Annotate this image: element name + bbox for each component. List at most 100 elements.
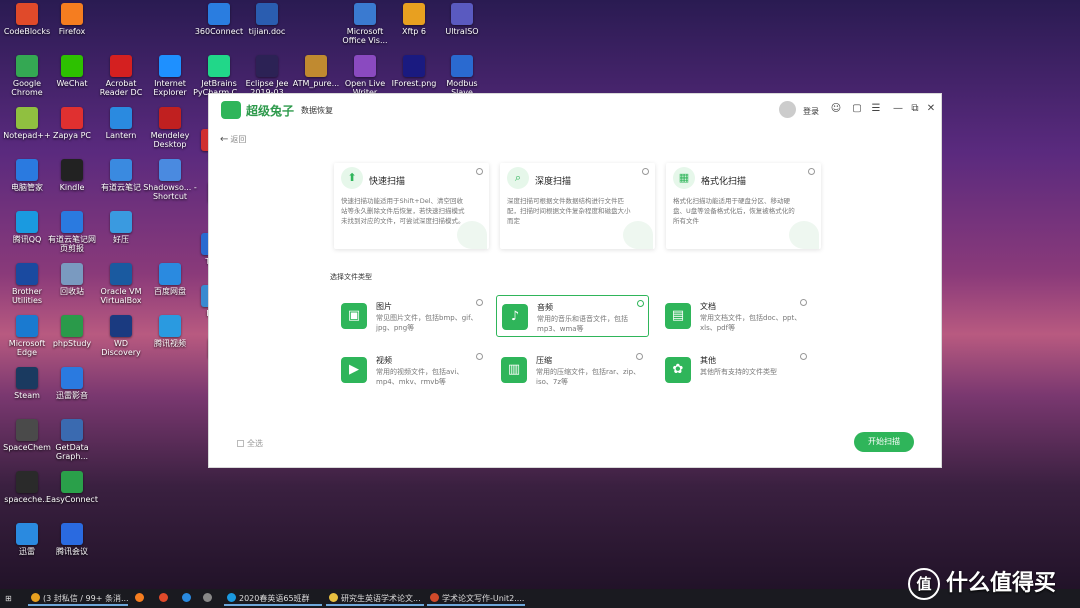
taskbar-item[interactable] (179, 591, 193, 606)
file-type-card[interactable]: ▥ 压缩 常用的压缩文件，包括rar、zip、iso、7z等 (496, 349, 649, 391)
app-icon (110, 263, 132, 285)
menu-icon[interactable]: ☰ (870, 103, 882, 115)
taskbar-item[interactable]: 研究生英语学术论文... (326, 591, 424, 606)
watermark: 值什么值得买 (908, 565, 1056, 600)
desktop-icon[interactable]: WeChat (45, 55, 99, 88)
select-all-checkbox[interactable]: 全选 (237, 438, 263, 449)
app-icon (61, 107, 83, 129)
file-type-radio[interactable] (637, 300, 644, 307)
scan-mode-radio[interactable] (642, 168, 649, 175)
desktop-icon[interactable]: 腾讯视频 (143, 315, 197, 348)
scan-mode-card[interactable]: ⬆ 快速扫描 快速扫描功能适用于Shift+Del、清空回收站等永久删除文件后恢复，… (334, 163, 489, 249)
taskbar-item[interactable] (132, 591, 146, 606)
desktop-icon[interactable]: ATM_pure... (289, 55, 343, 88)
rocket-icon: ⬆ (341, 167, 363, 189)
minimize-icon[interactable]: — (892, 103, 904, 115)
feedback-icon[interactable]: ▢ (851, 103, 863, 115)
file-type-description: 其他所有支持的文件类型 (700, 368, 777, 376)
maximize-icon[interactable]: ⧉ (909, 103, 921, 115)
desktop-icon[interactable]: Acrobat Reader DC (94, 55, 148, 97)
scan-mode-card[interactable]: ▦ 格式化扫描 格式化扫描功能适用于硬盘分区、移动硬盘、U盘等设备格式化后，恢复被格… (666, 163, 821, 249)
desktop-icon[interactable]: Lantern (94, 107, 148, 140)
desktop-icon[interactable]: Shadowso... - Shortcut (143, 159, 197, 201)
desktop-icon[interactable]: phpStudy (45, 315, 99, 348)
login-link[interactable]: 登录 (803, 106, 819, 117)
desktop-icon[interactable]: Xftp 6 (387, 3, 441, 36)
scan-mode-title: 格式化扫描 (701, 177, 747, 187)
leaf-decoration-icon (623, 221, 653, 249)
app-icon (403, 55, 425, 77)
file-type-title: 文档 (700, 302, 716, 311)
taskbar-item[interactable] (200, 591, 214, 606)
desktop-icon[interactable]: JetBrains PyCharm C... (192, 55, 246, 97)
desktop-icon[interactable]: 腾讯会议 (45, 523, 99, 556)
file-type-radio[interactable] (476, 299, 483, 306)
desktop-icon-label: UltraISO (445, 27, 479, 36)
taskbar-item[interactable]: (3 封私信 / 99+ 条消... (28, 591, 128, 606)
file-type-card[interactable]: ▣ 图片 常见图片文件，包括bmp、gif、jpg、png等 (336, 295, 489, 337)
desktop-icon[interactable]: WD Discovery (94, 315, 148, 357)
desktop-icon-label: ATM_pure... (292, 79, 340, 88)
desktop-icon[interactable]: 有道云笔记 (94, 159, 148, 192)
desktop-icon[interactable]: Eclipse Jee 2019-03 (240, 55, 294, 97)
file-type-card[interactable]: ▶ 视频 常用的视频文件，包括avi、mp4、mkv、rmvb等 (336, 349, 489, 391)
taskbar-item[interactable] (156, 591, 170, 606)
start-scan-button[interactable]: 开始扫描 (854, 432, 914, 452)
app-icon (61, 523, 83, 545)
desktop-icon[interactable]: GetData Graph... (45, 419, 99, 461)
desktop-icon[interactable]: tijian.doc (240, 3, 294, 36)
desktop-icon[interactable]: Microsoft Office Vis... (338, 3, 392, 45)
desktop-icon[interactable]: EasyConnect (45, 471, 99, 504)
app-icon (16, 159, 38, 181)
watermark-text: 什么值得买 (946, 571, 1057, 596)
app-icon (61, 315, 83, 337)
desktop-icon[interactable]: 好压 (94, 211, 148, 244)
taskbar-item[interactable]: 2020春英语65班群 (224, 591, 322, 606)
scan-mode-card[interactable]: ⌕ 深度扫描 深度扫描可根据文件数据结构进行文件匹配，扫描时间根据文件复杂程度和磁盘… (500, 163, 655, 249)
start-button[interactable]: ⊞ (2, 591, 24, 606)
app-icon (256, 3, 278, 25)
taskbar-app-icon (227, 593, 236, 602)
file-type-radio[interactable] (476, 353, 483, 360)
file-type-radio[interactable] (800, 299, 807, 306)
scan-mode-radio[interactable] (476, 168, 483, 175)
desktop-icon[interactable]: UltraISO (435, 3, 489, 36)
file-type-card[interactable]: ▤ 文档 常用文档文件，包括doc、ppt、xls、pdf等 (660, 295, 813, 337)
scan-mode-radio[interactable] (808, 168, 815, 175)
desktop-icon[interactable]: Zapya PC (45, 107, 99, 140)
file-type-description: 常见图片文件，包括bmp、gif、jpg、png等 (376, 314, 478, 332)
desktop-icon[interactable]: Open Live Writer (338, 55, 392, 97)
desktop-icon[interactable]: Oracle VM VirtualBox (94, 263, 148, 305)
desktop-icon[interactable]: 有道云笔记网页剪报 (45, 211, 99, 253)
desktop-icon[interactable]: Kindle (45, 159, 99, 192)
app-icon (16, 263, 38, 285)
app-icon (16, 471, 38, 493)
app-icon (110, 159, 132, 181)
desktop-icon[interactable]: 迅雷影音 (45, 367, 99, 400)
app-icon (61, 3, 83, 25)
taskbar-item[interactable]: 学术论文写作-Unit2.... (427, 591, 525, 606)
back-button[interactable]: ← 返回 (220, 134, 246, 145)
desktop-icon[interactable]: IForest.png (387, 55, 441, 88)
desktop-icon[interactable]: 回收站 (45, 263, 99, 296)
data-recovery-window: 超级兔子 数据恢复 登录 ☺ ▢ ☰ — ⧉ ✕ ← 返回 ⬆ 快速扫描 快速扫描功能… (208, 93, 942, 468)
desktop-icon-label: 好压 (113, 235, 129, 244)
desktop-icon-label: Kindle (59, 183, 85, 192)
file-type-radio[interactable] (800, 353, 807, 360)
user-avatar-icon[interactable] (779, 101, 796, 118)
file-type-card[interactable]: ♪ 音频 常用的音乐和语音文件，包括mp3、wma等 (496, 295, 649, 337)
close-icon[interactable]: ✕ (925, 103, 937, 115)
app-icon (354, 3, 376, 25)
desktop-icon[interactable]: Firefox (45, 3, 99, 36)
app-icon (61, 55, 83, 77)
desktop-icon[interactable]: Internet Explorer (143, 55, 197, 97)
support-icon[interactable]: ☺ (830, 103, 842, 115)
file-type-title: 视频 (376, 356, 392, 365)
file-type-card[interactable]: ✿ 其他 其他所有支持的文件类型 (660, 349, 813, 391)
desktop-icon[interactable]: 360Connect (192, 3, 246, 36)
app-icon (159, 55, 181, 77)
file-type-radio[interactable] (636, 353, 643, 360)
desktop-icon-label: Acrobat Reader DC (99, 79, 143, 97)
desktop-icon[interactable]: Modbus Slave (435, 55, 489, 97)
search-icon: ⌕ (507, 167, 529, 189)
